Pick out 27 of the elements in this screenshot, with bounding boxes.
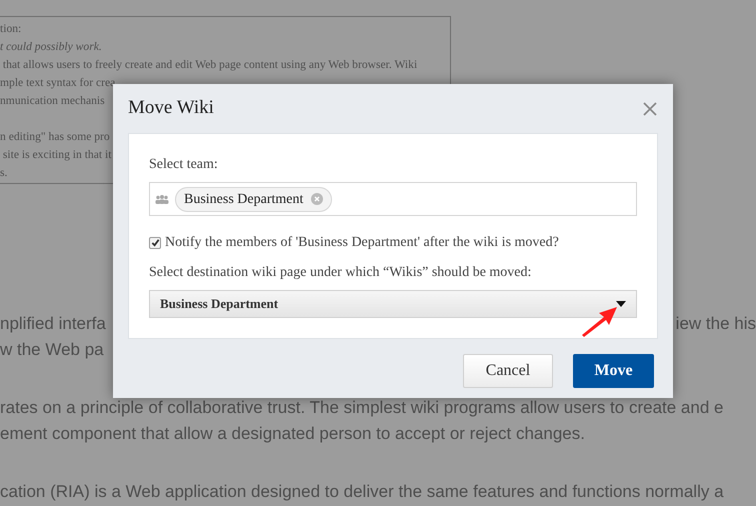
paragraph-text: rates on a principle of collaborative trust. The simplest wiki programs allow users to create and e bbox=[0, 397, 724, 419]
paragraph-text: t could possibly work. bbox=[0, 39, 102, 55]
remove-icon[interactable] bbox=[311, 193, 324, 205]
destination-dropdown[interactable]: Business Department bbox=[149, 290, 637, 318]
paragraph-text: w the Web pa bbox=[0, 339, 104, 361]
notify-checkbox[interactable] bbox=[149, 236, 161, 248]
paragraph-text: nmunication mechanis bbox=[0, 93, 105, 109]
paragraph-text: iew the his bbox=[676, 313, 756, 335]
paragraph-text: n editing" has some pro bbox=[0, 129, 110, 145]
field-label: Select destination wiki page under which “Wikis” should be moved: bbox=[149, 264, 532, 282]
cancel-button[interactable]: Cancel bbox=[463, 354, 553, 388]
paragraph-text: cation (RIA) is a Web application designed to deliver the same features and functions normally a bbox=[0, 481, 724, 503]
tag-label: Business Department bbox=[184, 190, 304, 208]
move-button[interactable]: Move bbox=[573, 354, 654, 388]
team-field[interactable]: Business Department bbox=[149, 182, 637, 216]
paragraph-text: tion: bbox=[0, 21, 22, 37]
paragraph-text: s. bbox=[0, 165, 8, 181]
paragraph-text: site is exciting in that it bbox=[2, 147, 112, 163]
checkbox-label: Notify the members of 'Business Department' after the wiki is moved? bbox=[165, 234, 559, 252]
close-icon[interactable] bbox=[642, 100, 658, 116]
field-label: Select team: bbox=[149, 156, 219, 174]
paragraph-text: ement component that allow a designated person to accept or reject changes. bbox=[0, 423, 585, 445]
dialog-title: Move Wiki bbox=[128, 96, 214, 120]
group-icon bbox=[155, 194, 169, 204]
paragraph-text: that allows users to freely create and edit Web page content using any Web browser. Wiki bbox=[2, 57, 418, 73]
caret-icon bbox=[616, 301, 626, 307]
paragraph-text: nplified interfa bbox=[0, 313, 106, 335]
